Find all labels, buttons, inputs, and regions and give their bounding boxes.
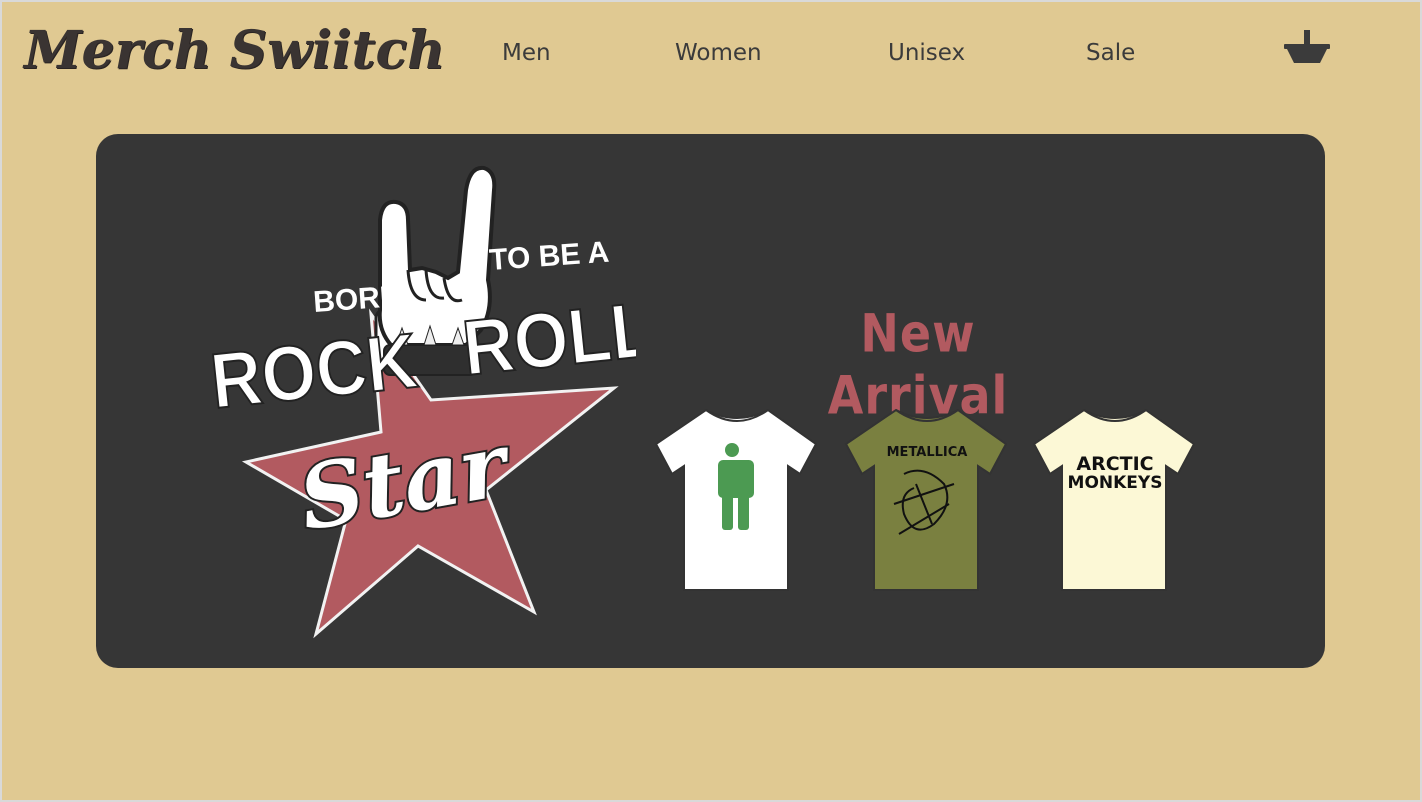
metallica-print: METALLICA [887,445,968,460]
monkeys-print: MONKEYS [1068,473,1163,493]
poster-born: BORN [312,280,402,319]
arctic-print: ARCTIC [1076,453,1153,475]
nav-men[interactable]: Men [502,40,551,66]
billie-eilish-shirt[interactable] [654,404,820,594]
arctic-monkeys-shirt[interactable]: ARCTIC MONKEYS [1032,404,1198,594]
brand-logo[interactable]: Merch Swiitch [24,20,445,81]
nav-unisex[interactable]: Unisex [888,40,965,66]
hero-banner[interactable]: BORN TO BE A ROCK ROLL Star New Arrival … [96,134,1325,668]
basket-icon[interactable] [1282,26,1332,66]
rock-star-poster: BORN TO BE A ROCK ROLL Star [206,165,636,639]
nav-women[interactable]: Women [675,40,762,66]
poster-to-be-a: TO BE A [488,236,610,277]
metallica-shirt[interactable]: METALLICA [844,404,1010,594]
nav-sale[interactable]: Sale [1086,40,1135,66]
